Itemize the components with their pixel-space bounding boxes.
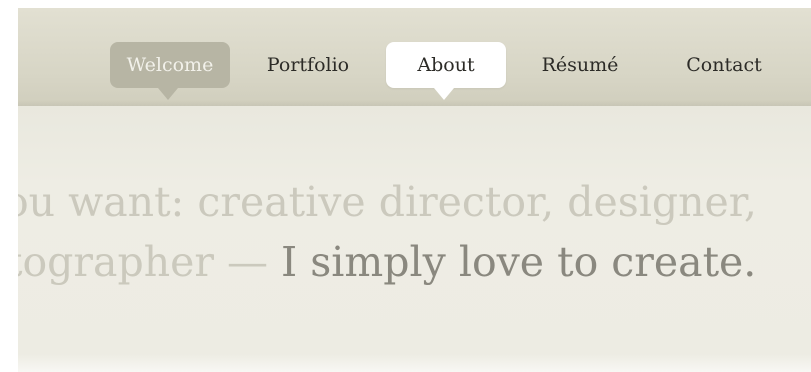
nav-item-about[interactable]: About xyxy=(386,42,506,100)
nav-item-label: Welcome xyxy=(126,54,214,76)
hero-text-strong: I simply love to create. xyxy=(281,238,757,286)
nav-item-label: About xyxy=(417,54,475,76)
nav-item-welcome[interactable]: Welcome xyxy=(110,42,230,100)
page-frame: Welcome Portfolio About Résumé Contact o… xyxy=(18,8,811,372)
hero-text-line-2: tographer — I simply love to create. xyxy=(18,238,756,286)
nav-item-resume[interactable]: Résumé xyxy=(526,42,634,88)
nav-item-portfolio[interactable]: Portfolio xyxy=(254,42,362,88)
nav-item-contact[interactable]: Contact xyxy=(664,42,784,88)
nav-bar: Welcome Portfolio About Résumé Contact xyxy=(18,8,811,106)
hero-text-line-1: ou want: creative director, designer, xyxy=(18,178,757,226)
hero-text-muted: tographer — xyxy=(18,238,282,286)
nav-item-label: Résumé xyxy=(541,54,619,76)
nav-item-label: Portfolio xyxy=(266,54,350,76)
nav-item-label: Contact xyxy=(686,54,762,76)
bottom-fade xyxy=(18,354,811,372)
